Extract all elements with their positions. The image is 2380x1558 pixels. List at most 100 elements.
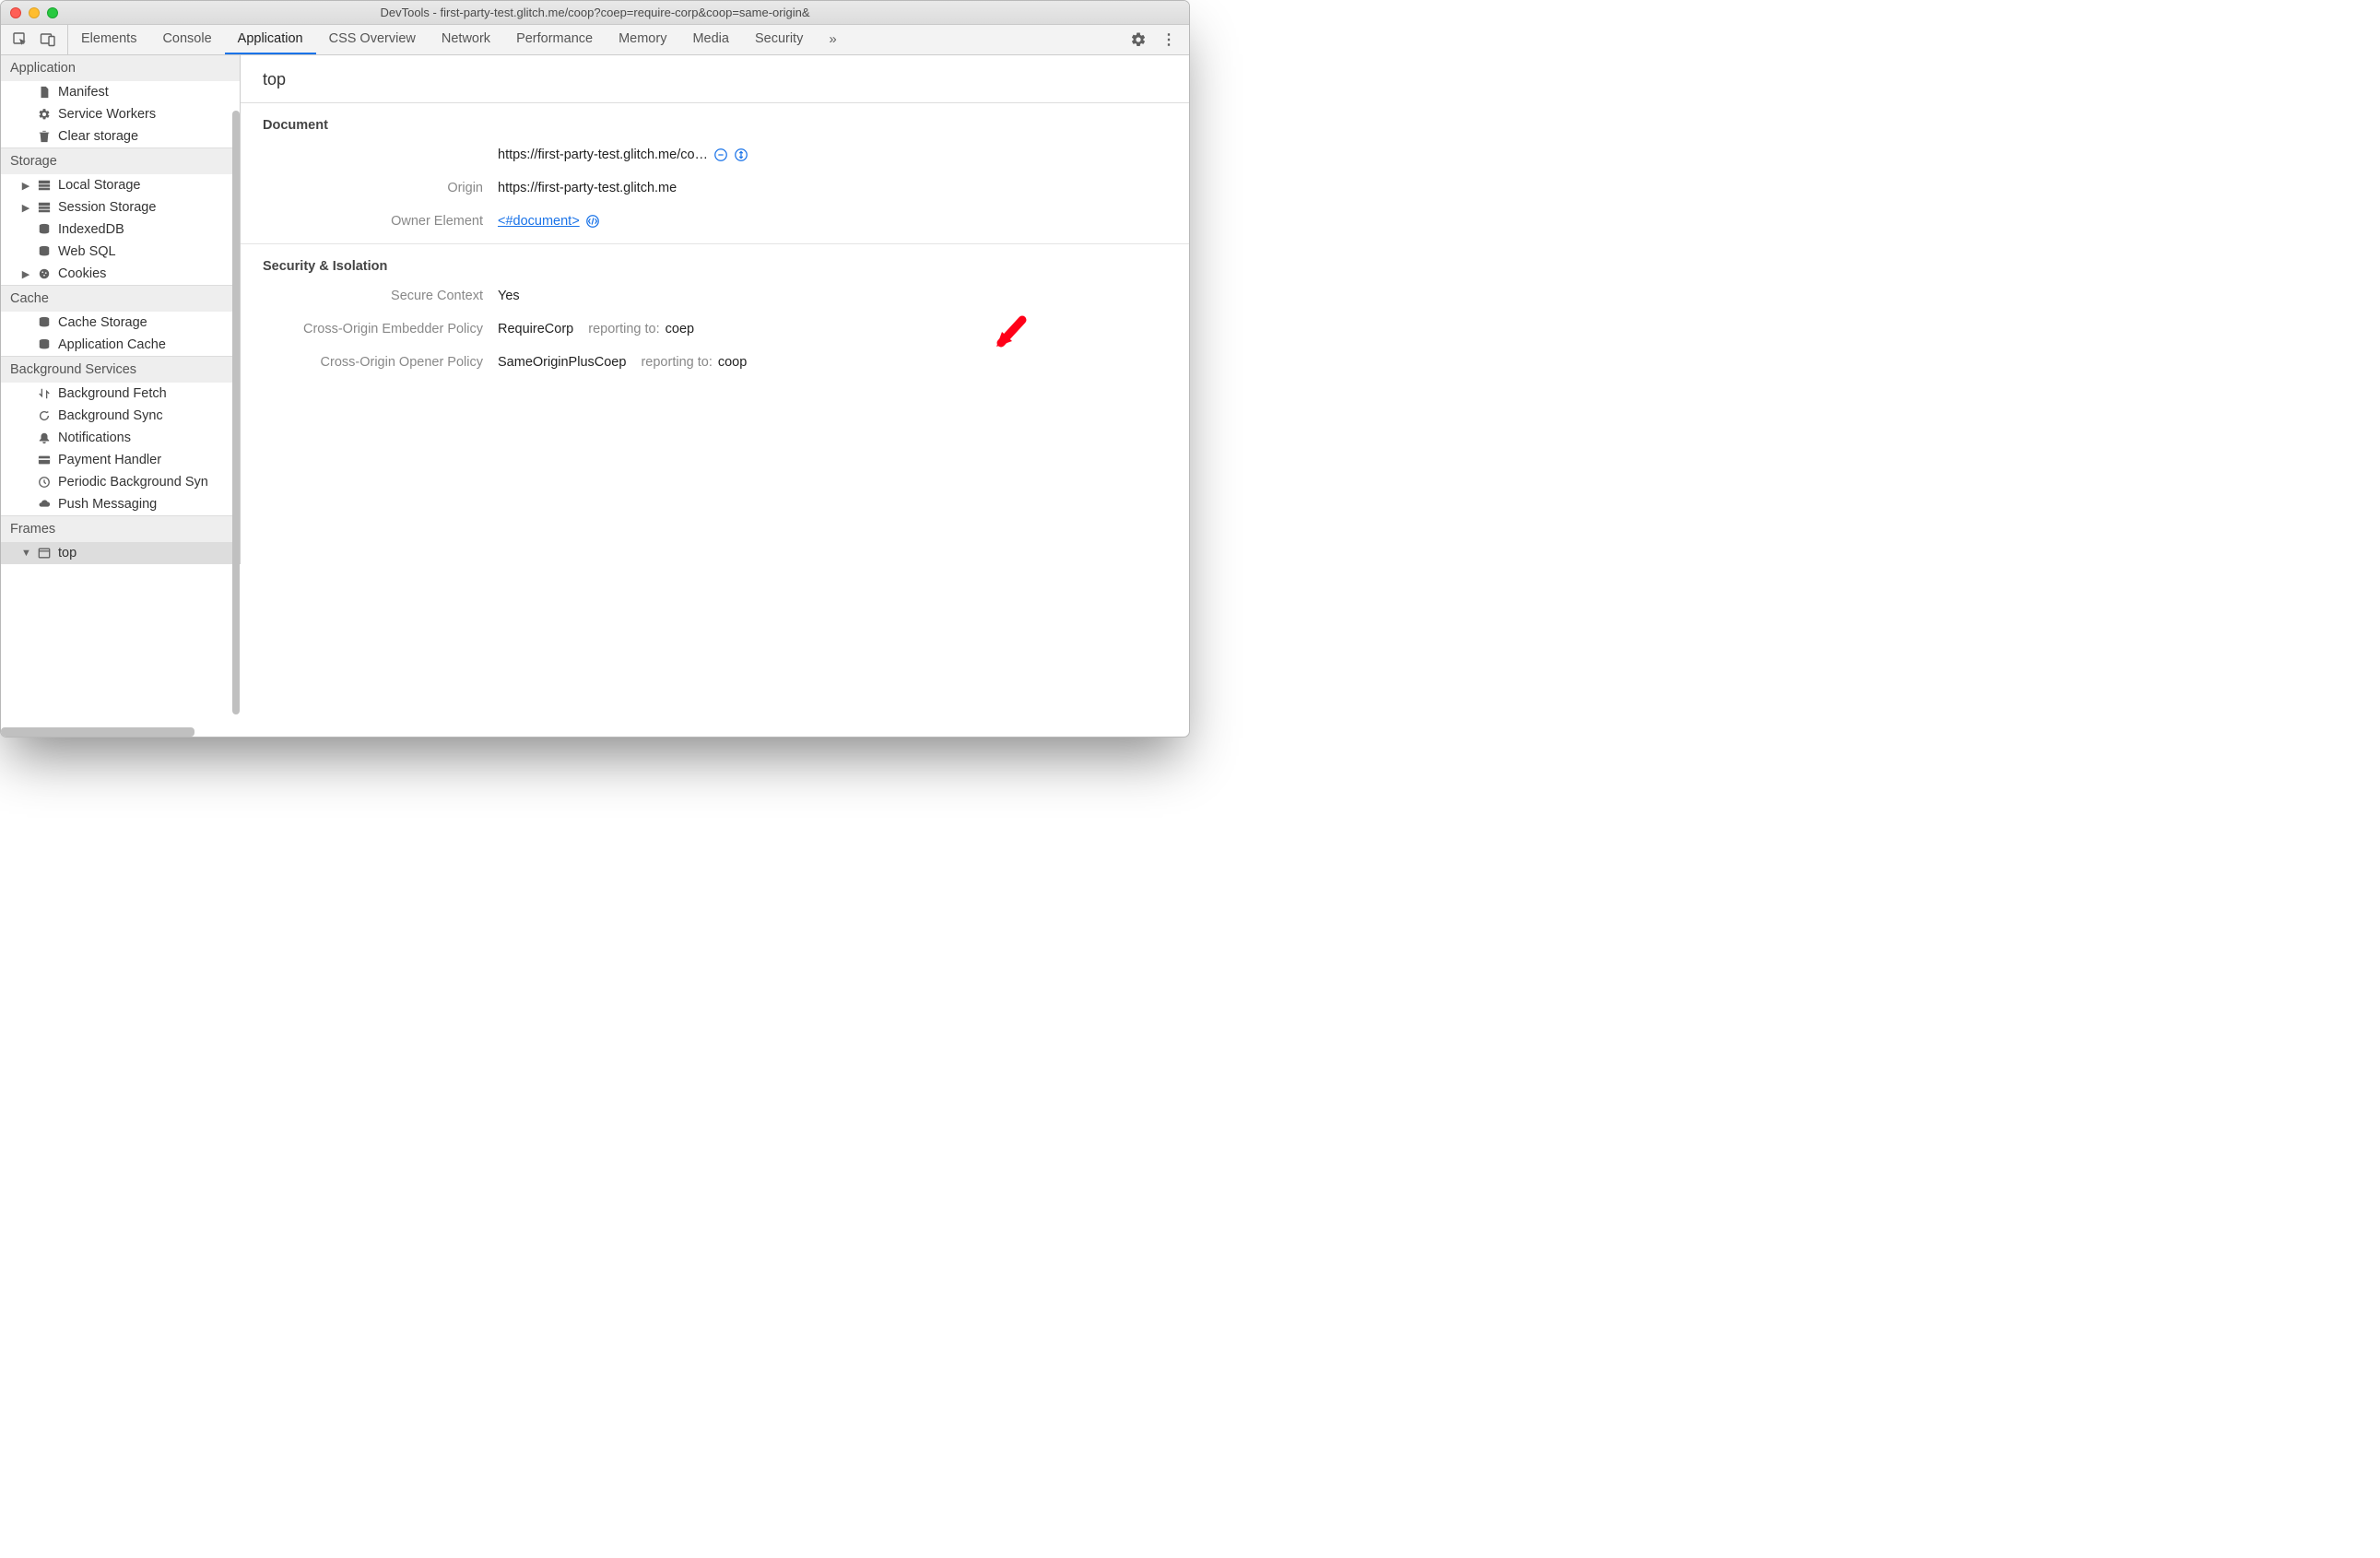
sidebar-item-label: Manifest	[58, 85, 109, 100]
tab-css-overview[interactable]: CSS Overview	[316, 25, 429, 54]
coep-reporting-value: coep	[666, 322, 694, 336]
trash-icon	[38, 130, 51, 143]
sidebar-group-cache: Cache	[1, 285, 240, 312]
sidebar-item-application-cache[interactable]: Application Cache	[1, 334, 240, 356]
section-security-title: Security & Isolation	[241, 244, 1189, 279]
sidebar-item-label: IndexedDB	[58, 222, 124, 237]
sidebar-item-frame-top[interactable]: ▼ top	[1, 542, 240, 564]
sidebar-item-manifest[interactable]: Manifest	[1, 81, 240, 103]
device-toolbar-icon[interactable]	[40, 31, 56, 48]
open-in-new-icon[interactable]	[713, 148, 728, 162]
sidebar-item-notifications[interactable]: Notifications	[1, 427, 240, 449]
reveal-in-elements-icon[interactable]	[585, 214, 600, 229]
sidebar-item-background-sync[interactable]: Background Sync	[1, 405, 240, 427]
page-title: top	[241, 55, 1189, 103]
chevron-right-icon[interactable]: ▶	[21, 268, 30, 280]
tab-elements[interactable]: Elements	[68, 25, 149, 54]
window-title: DevTools - first-party-test.glitch.me/co…	[1, 6, 1189, 19]
coop-reporting-prefix: reporting to:	[641, 355, 712, 370]
tab-media[interactable]: Media	[679, 25, 742, 54]
sidebar-item-label: Cache Storage	[58, 315, 147, 330]
sidebar-item-label: Clear storage	[58, 129, 138, 144]
table-icon	[38, 201, 51, 214]
coep-reporting-prefix: reporting to:	[588, 322, 659, 336]
tab-memory[interactable]: Memory	[606, 25, 679, 54]
sidebar-item-payment-handler[interactable]: Payment Handler	[1, 449, 240, 471]
tabs-bar: Elements Console Application CSS Overvie…	[1, 25, 1189, 55]
sidebar-item-indexeddb[interactable]: IndexedDB	[1, 218, 240, 241]
database-icon	[38, 223, 51, 236]
fullscreen-window-button[interactable]	[47, 7, 58, 18]
coop-value: SameOriginPlusCoep	[498, 355, 626, 370]
chevron-down-icon[interactable]: ▼	[21, 548, 30, 559]
document-icon	[38, 86, 51, 99]
tab-network[interactable]: Network	[429, 25, 503, 54]
sidebar-item-session-storage[interactable]: ▶ Session Storage	[1, 196, 240, 218]
sidebar-item-push-messaging[interactable]: Push Messaging	[1, 493, 240, 515]
sidebar-item-background-fetch[interactable]: Background Fetch	[1, 383, 240, 405]
minimize-window-button[interactable]	[29, 7, 40, 18]
inspect-element-icon[interactable]	[12, 31, 29, 48]
close-window-button[interactable]	[10, 7, 21, 18]
coop-reporting-value: coop	[718, 355, 747, 370]
credit-card-icon	[38, 454, 51, 466]
sidebar-item-websql[interactable]: Web SQL	[1, 241, 240, 263]
sidebar[interactable]: Application Manifest Service Workers Cle…	[1, 55, 241, 564]
chevron-right-icon[interactable]: ▶	[21, 202, 30, 214]
url-value: https://first-party-test.glitch.me/co…	[498, 148, 708, 162]
sidebar-item-label: Periodic Background Syn	[58, 475, 208, 490]
tab-label: Performance	[516, 31, 593, 46]
sidebar-item-label: Web SQL	[58, 244, 116, 259]
row-origin: Origin https://first-party-test.glitch.m…	[241, 171, 1189, 205]
sidebar-item-local-storage[interactable]: ▶ Local Storage	[1, 174, 240, 196]
section-document-title: Document	[241, 103, 1189, 138]
tab-console[interactable]: Console	[149, 25, 224, 54]
owner-link[interactable]: <#document>	[498, 214, 580, 229]
tab-application[interactable]: Application	[225, 25, 316, 54]
cookie-icon	[38, 267, 51, 280]
clock-icon	[38, 476, 51, 489]
gear-icon	[38, 108, 51, 121]
sidebar-item-periodic-background-sync[interactable]: Periodic Background Syn	[1, 471, 240, 493]
sidebar-group-storage: Storage	[1, 148, 240, 174]
tab-overflow[interactable]: »	[816, 25, 849, 54]
sidebar-item-label: Background Sync	[58, 408, 163, 423]
row-coep: Cross-Origin Embedder Policy RequireCorp…	[241, 313, 1189, 346]
sidebar-item-label: Push Messaging	[58, 497, 157, 512]
settings-icon[interactable]	[1130, 31, 1147, 48]
sidebar-item-label: Service Workers	[58, 107, 156, 122]
sidebar-vertical-scrollbar[interactable]	[232, 111, 240, 714]
sidebar-item-clear-storage[interactable]: Clear storage	[1, 125, 240, 148]
sidebar-item-label: Notifications	[58, 431, 131, 445]
sidebar-item-label: Session Storage	[58, 200, 156, 215]
row-secure-context: Secure Context Yes	[241, 279, 1189, 313]
tab-security[interactable]: Security	[742, 25, 816, 54]
coep-value-wrap: RequireCorp reporting to: coep	[498, 322, 694, 336]
url-value-wrap: https://first-party-test.glitch.me/co…	[498, 148, 748, 162]
tab-label: Console	[162, 31, 211, 46]
panel-body: Application Manifest Service Workers Cle…	[1, 55, 1189, 737]
owner-value-wrap: <#document>	[498, 214, 600, 229]
secure-context-value: Yes	[498, 289, 520, 303]
sidebar-horizontal-scrollbar[interactable]	[1, 727, 194, 737]
sidebar-item-label: Cookies	[58, 266, 106, 281]
chevron-right-icon[interactable]: ▶	[21, 180, 30, 192]
sidebar-item-label: Payment Handler	[58, 453, 161, 467]
devtools-window: DevTools - first-party-test.glitch.me/co…	[0, 0, 1190, 738]
sidebar-item-cookies[interactable]: ▶ Cookies	[1, 263, 240, 285]
tab-performance[interactable]: Performance	[503, 25, 606, 54]
database-icon	[38, 245, 51, 258]
refresh-icon[interactable]	[734, 148, 748, 162]
tab-label: Security	[755, 31, 803, 46]
tab-label: Network	[442, 31, 490, 46]
origin-value: https://first-party-test.glitch.me	[498, 181, 677, 195]
coep-value: RequireCorp	[498, 322, 573, 336]
sidebar-group-application: Application	[1, 55, 240, 81]
origin-label: Origin	[263, 181, 498, 195]
coop-label: Cross-Origin Opener Policy	[263, 355, 498, 370]
sidebar-item-label: top	[58, 546, 77, 561]
sidebar-item-service-workers[interactable]: Service Workers	[1, 103, 240, 125]
sidebar-item-cache-storage[interactable]: Cache Storage	[1, 312, 240, 334]
toolbar-left	[1, 25, 68, 54]
more-icon[interactable]: ⋮	[1161, 30, 1176, 49]
